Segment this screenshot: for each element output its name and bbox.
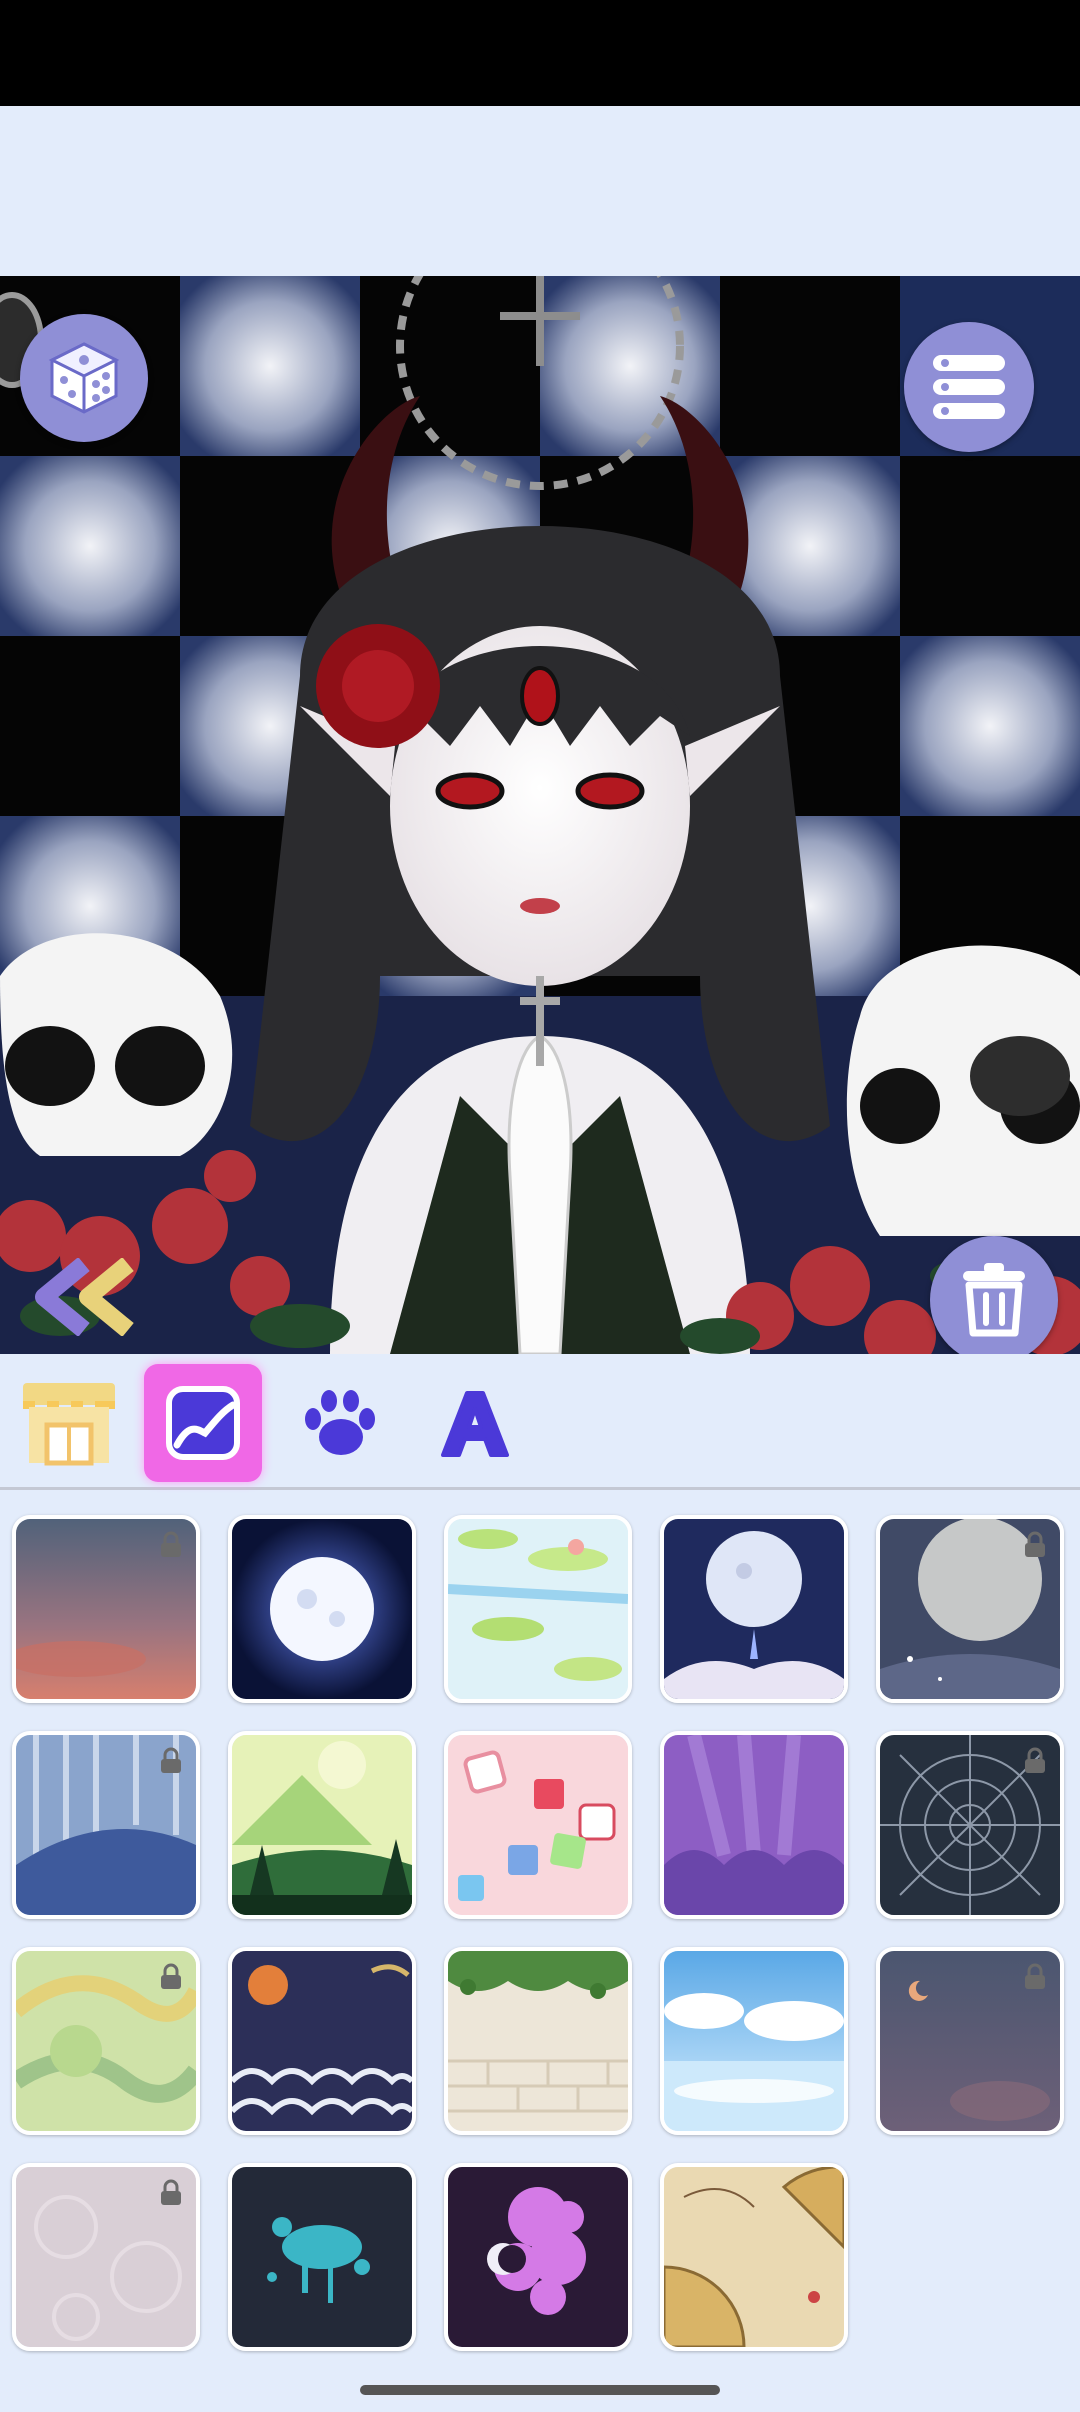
bg-tile-pale-pink-texture[interactable] [12, 2163, 200, 2351]
category-toolbar [0, 1354, 1080, 1490]
character-canvas[interactable] [0, 276, 1080, 1354]
bg-tile-purple-clouds-rays[interactable] [660, 1731, 848, 1919]
bg-tile-ivy-brick-wall[interactable] [444, 1947, 632, 2135]
shop-icon [23, 1383, 115, 1466]
bg-tile-pink-dice-pattern[interactable] [444, 1731, 632, 1919]
bg-tile-dusk-sky[interactable] [12, 1515, 200, 1703]
bg-tile-golden-green-swirls[interactable] [12, 1947, 200, 2135]
lock-icon [161, 1963, 181, 1989]
bg-tile-full-moon-night[interactable] [228, 1515, 416, 1703]
collapse-button[interactable] [30, 1257, 140, 1337]
menu-button[interactable] [904, 322, 1034, 452]
bg-tile-lily-pond[interactable] [444, 1515, 632, 1703]
randomize-button[interactable] [20, 314, 148, 442]
bg-tile-purple-bubbles[interactable] [444, 2163, 632, 2351]
tab-text[interactable] [416, 1364, 534, 1482]
lock-icon [161, 1531, 181, 1557]
top-spacer [0, 106, 1080, 276]
bg-tile-blue-bamboo-forest[interactable] [12, 1731, 200, 1919]
bg-tile-crescent-night-haze[interactable] [876, 1947, 1064, 2135]
lock-icon [161, 2179, 181, 2205]
lock-icon [161, 1747, 181, 1773]
text-a-icon [441, 1391, 509, 1457]
status-bar [0, 0, 1080, 106]
bg-tile-japanese-waves-sunset[interactable] [228, 1947, 416, 2135]
home-indicator[interactable] [360, 2385, 720, 2395]
bg-tile-moon-crystal-night[interactable] [660, 1515, 848, 1703]
pet-paw-icon [305, 1390, 375, 1455]
delete-button[interactable] [930, 1236, 1058, 1354]
bg-tile-spider-web[interactable] [876, 1731, 1064, 1919]
bg-tile-cloud-sea-sky[interactable] [660, 1947, 848, 2135]
gesture-bar [0, 2363, 1080, 2412]
menu-list-icon [933, 355, 1005, 419]
trash-icon [963, 1263, 1025, 1337]
bg-tile-grey-moon-stars[interactable] [876, 1515, 1064, 1703]
background-icon [166, 1386, 240, 1460]
bg-tile-green-mountain-pines[interactable] [228, 1731, 416, 1919]
tab-shop[interactable] [10, 1364, 128, 1482]
canvas-artwork [0, 276, 1080, 1354]
lock-icon [1025, 1963, 1045, 1989]
lock-icon [1025, 1747, 1045, 1773]
lock-icon [1025, 1531, 1045, 1557]
dice-icon [48, 342, 120, 414]
bg-tile-golden-fans[interactable] [660, 2163, 848, 2351]
background-grid [0, 1493, 1080, 2363]
tab-pet[interactable] [280, 1364, 398, 1482]
bg-tile-teal-splatter[interactable] [228, 2163, 416, 2351]
double-chevron-left-icon [35, 1257, 134, 1337]
tab-background[interactable] [144, 1364, 262, 1482]
